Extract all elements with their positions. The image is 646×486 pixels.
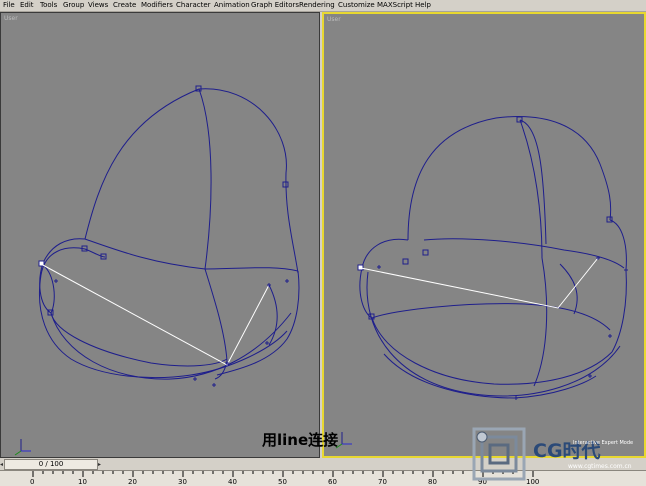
- menu-modifiers[interactable]: Modifiers: [141, 0, 173, 11]
- viewport-right[interactable]: User: [322, 12, 646, 458]
- axis-tripod-icon: [14, 439, 31, 456]
- dome-outline: [407, 116, 612, 241]
- brim-bottom: [383, 353, 597, 399]
- brim-back-right: [609, 219, 627, 271]
- frame-counter-text: 0 / 100: [38, 460, 64, 468]
- left-spline-drawing: [14, 85, 300, 456]
- time-next-arrow[interactable]: ▸: [98, 459, 101, 470]
- menu-help[interactable]: Help: [415, 0, 431, 11]
- right-spline-drawing: [335, 116, 628, 449]
- brim-top-left: [361, 238, 409, 269]
- menu-views[interactable]: Views: [88, 0, 108, 11]
- brim-bottom: [50, 312, 292, 380]
- brim-front: [359, 267, 611, 331]
- time-slider[interactable]: 0 / 100: [4, 459, 98, 470]
- brim-underside: [533, 257, 548, 387]
- brim-curve-mid: [559, 263, 578, 315]
- menu-create[interactable]: Create: [113, 0, 136, 11]
- menu-character[interactable]: Character: [176, 0, 211, 11]
- brim-lower-loop: [371, 317, 613, 385]
- brim-right: [216, 270, 300, 376]
- brim-outer: [366, 271, 621, 397]
- brim-underside: [204, 268, 228, 380]
- menu-customize[interactable]: Customize: [338, 0, 375, 11]
- menu-graph-editors[interactable]: Graph Editors: [251, 0, 299, 11]
- watermark-url: www.cgtimes.com.cn: [568, 463, 632, 470]
- cg-logo-icon: [472, 427, 526, 481]
- time-ruler[interactable]: 0 10 20 30 40 50 60 70 80 90 100: [0, 470, 646, 486]
- brim-back-loop: [40, 247, 106, 276]
- time-prev-arrow[interactable]: ◂: [0, 459, 3, 470]
- viewport-left[interactable]: User: [0, 12, 320, 458]
- dome-outline: [84, 88, 299, 274]
- dome-back-seam: [519, 119, 547, 245]
- brim-lower: [39, 274, 288, 379]
- ruler-ticks: [32, 471, 534, 477]
- menu-edit[interactable]: Edit: [20, 0, 34, 11]
- menu-file[interactable]: File: [3, 0, 15, 11]
- menu-maxscript[interactable]: MAXScript: [377, 0, 413, 11]
- menu-tools[interactable]: Tools: [40, 0, 57, 11]
- menu-rendering[interactable]: Rendering: [299, 0, 335, 11]
- menu-group[interactable]: Group: [63, 0, 84, 11]
- caption-text: 用line连接: [262, 431, 339, 449]
- brim-inner-top: [84, 238, 299, 272]
- watermark-side-text: Interactive Expert Mode: [573, 440, 634, 446]
- menu-bar: File Edit Tools Group Views Create Modif…: [0, 0, 646, 12]
- dome-seam: [519, 119, 543, 259]
- connector-line: [360, 257, 599, 309]
- menu-animation[interactable]: Animation: [214, 0, 250, 11]
- brim-right-edge: [611, 269, 627, 353]
- dome-center-seam: [198, 88, 212, 270]
- axis-tripod-icon: [335, 432, 352, 449]
